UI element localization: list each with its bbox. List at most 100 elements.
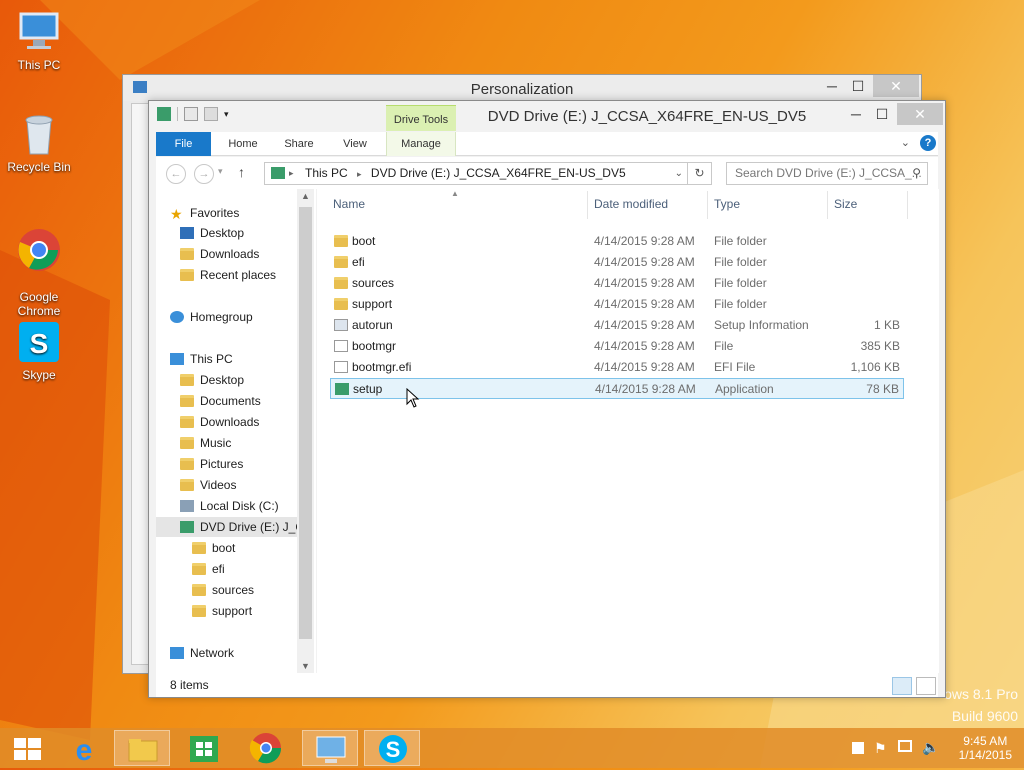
close-button[interactable]: ✕ <box>897 103 943 125</box>
title-bar[interactable]: Personalization ─ ☐ ✕ <box>123 75 921 101</box>
window-title: DVD Drive (E:) J_CCSA_X64FRE_EN-US_DV5 <box>487 108 807 125</box>
details-view-button[interactable] <box>892 677 912 695</box>
help-icon[interactable]: ? <box>920 135 936 151</box>
breadcrumb-this-pc[interactable]: This PC <box>305 166 348 180</box>
address-dropdown-icon[interactable]: ⌄ <box>675 163 683 184</box>
nav-pc-documents[interactable]: Documents <box>180 391 316 411</box>
column-header-date[interactable]: Date modified <box>594 197 668 211</box>
file-row[interactable]: support 4/14/2015 9:28 AM File folder <box>330 294 904 315</box>
nav-homegroup[interactable]: Homegroup <box>170 307 311 327</box>
file-row[interactable]: autorun 4/14/2015 9:28 AM Setup Informatio… <box>330 315 904 336</box>
minimize-button[interactable]: ─ <box>819 75 845 97</box>
nav-scrollbar[interactable]: ▲ ▼ <box>297 189 314 673</box>
desktop-icon-this-pc[interactable]: This PC <box>4 10 74 72</box>
taskbar-skype[interactable]: S <box>364 730 420 766</box>
nav-network[interactable]: Network <box>170 643 311 663</box>
address-bar[interactable]: ▸ This PC ▸ DVD Drive (E:) J_CCSA_X64FRE… <box>264 162 688 185</box>
chevron-down-icon[interactable]: ▾ <box>224 107 234 121</box>
homegroup-icon <box>170 311 184 323</box>
volume-muted-icon[interactable]: 🔈 <box>922 739 939 756</box>
settings-file-icon <box>334 319 348 331</box>
close-button[interactable]: ✕ <box>873 75 919 97</box>
desktop-icon-recycle-bin[interactable]: Recycle Bin <box>4 112 74 174</box>
start-button[interactable] <box>0 730 56 766</box>
scroll-down-icon[interactable]: ▼ <box>301 661 310 671</box>
folder-icon <box>334 277 348 289</box>
nav-this-pc[interactable]: This PC <box>170 349 311 369</box>
minimize-button[interactable]: ─ <box>843 103 869 125</box>
file-row[interactable]: efi 4/14/2015 9:28 AM File folder <box>330 252 904 273</box>
taskbar-chrome[interactable] <box>238 730 294 766</box>
nav-favorites[interactable]: ★ Favorites <box>170 203 311 223</box>
action-center-icon[interactable] <box>852 742 864 754</box>
column-separator[interactable] <box>827 191 828 219</box>
nav-pc-videos[interactable]: Videos <box>180 475 316 495</box>
column-separator[interactable] <box>907 191 908 219</box>
nav-local-disk[interactable]: Local Disk (C:) <box>180 496 316 516</box>
network-status-icon[interactable] <box>898 740 912 752</box>
back-button[interactable]: ← <box>166 164 186 184</box>
file-row[interactable]: bootmgr 4/14/2015 9:28 AM File 385 KB <box>330 336 904 357</box>
window-title: Personalization <box>470 81 574 98</box>
file-row[interactable]: boot 4/14/2015 9:28 AM File folder <box>330 231 904 252</box>
folder-icon <box>180 374 194 386</box>
nav-fav-downloads[interactable]: Downloads <box>180 244 316 264</box>
desktop-icon-label: Skype <box>22 368 56 382</box>
file-icon <box>334 340 348 352</box>
file-size: 1 KB <box>873 318 900 332</box>
column-header-size[interactable]: Size <box>834 197 857 211</box>
nav-fav-recent-places[interactable]: Recent places <box>180 265 316 285</box>
refresh-button[interactable]: ↻ <box>688 162 712 185</box>
nav-dvd-drive[interactable]: DVD Drive (E:) J_C <box>156 517 297 537</box>
properties-icon[interactable] <box>184 107 198 121</box>
taskbar-store[interactable] <box>176 730 232 766</box>
nav-pc-pictures[interactable]: Pictures <box>180 454 316 474</box>
taskbar: e S ⚑ 🔈 9:45 AM 1/14/2015 <box>0 728 1024 768</box>
scroll-up-icon[interactable]: ▲ <box>301 191 310 201</box>
maximize-button[interactable]: ☐ <box>869 103 895 125</box>
breadcrumb-dvd-drive[interactable]: DVD Drive (E:) J_CCSA_X64FRE_EN-US_DV5 <box>371 166 626 180</box>
file-explorer-window[interactable]: ▾ Drive Tools DVD Drive (E:) J_CCSA_X64F… <box>148 100 946 698</box>
large-icons-view-button[interactable] <box>916 677 936 695</box>
file-row[interactable]: bootmgr.efi 4/14/2015 9:28 AM EFI File 1,10… <box>330 357 904 378</box>
desktop-icon-skype[interactable]: S Skype <box>4 320 74 382</box>
clock-time: 9:45 AM <box>963 734 1008 748</box>
forward-button[interactable]: → <box>194 164 214 184</box>
taskbar-file-explorer[interactable] <box>114 730 170 766</box>
column-separator[interactable] <box>707 191 708 219</box>
nav-fav-desktop[interactable]: Desktop <box>180 223 316 243</box>
file-name: bootmgr <box>352 339 397 353</box>
file-row[interactable]: sources 4/14/2015 9:28 AM File folder <box>330 273 904 294</box>
hard-disk-icon <box>180 500 194 512</box>
new-folder-icon[interactable] <box>204 107 218 121</box>
clock[interactable]: 9:45 AM 1/14/2015 <box>959 734 1012 762</box>
column-header-type[interactable]: Type <box>714 197 740 211</box>
column-header-name[interactable]: Name <box>333 197 365 211</box>
recent-locations-icon[interactable]: ▾ <box>218 166 223 177</box>
title-bar[interactable]: ▾ Drive Tools DVD Drive (E:) J_CCSA_X64F… <box>149 101 945 131</box>
desktop-icon-chrome[interactable]: Google Chrome <box>4 214 74 332</box>
tab-share[interactable]: Share <box>274 132 324 156</box>
search-input[interactable]: Search DVD Drive (E:) J_CCSA_... ⚲ <box>726 162 928 185</box>
nav-pc-music[interactable]: Music <box>180 433 316 453</box>
tab-view[interactable]: View <box>330 132 380 156</box>
nav-pc-desktop[interactable]: Desktop <box>180 370 316 390</box>
scrollbar-thumb[interactable] <box>299 207 312 639</box>
search-placeholder: Search DVD Drive (E:) J_CCSA_... <box>735 166 922 180</box>
maximize-button[interactable]: ☐ <box>845 75 871 97</box>
tab-manage[interactable]: Manage <box>386 132 456 156</box>
file-date: 4/14/2015 9:28 AM <box>594 318 695 332</box>
control-panel-icon <box>316 736 346 763</box>
nav-pc-downloads[interactable]: Downloads <box>180 412 316 432</box>
tab-home[interactable]: Home <box>218 132 268 156</box>
column-separator[interactable] <box>587 191 588 219</box>
up-button[interactable]: ↑ <box>238 164 245 180</box>
flag-icon[interactable]: ⚑ <box>874 740 887 757</box>
folder-icon <box>192 542 206 554</box>
folder-icon <box>334 235 348 247</box>
tab-file[interactable]: File <box>156 132 211 156</box>
taskbar-control-panel[interactable] <box>302 730 358 766</box>
expand-ribbon-icon[interactable]: ⌄ <box>901 136 910 149</box>
taskbar-internet-explorer[interactable]: e <box>56 730 112 767</box>
this-pc-icon <box>17 10 61 54</box>
